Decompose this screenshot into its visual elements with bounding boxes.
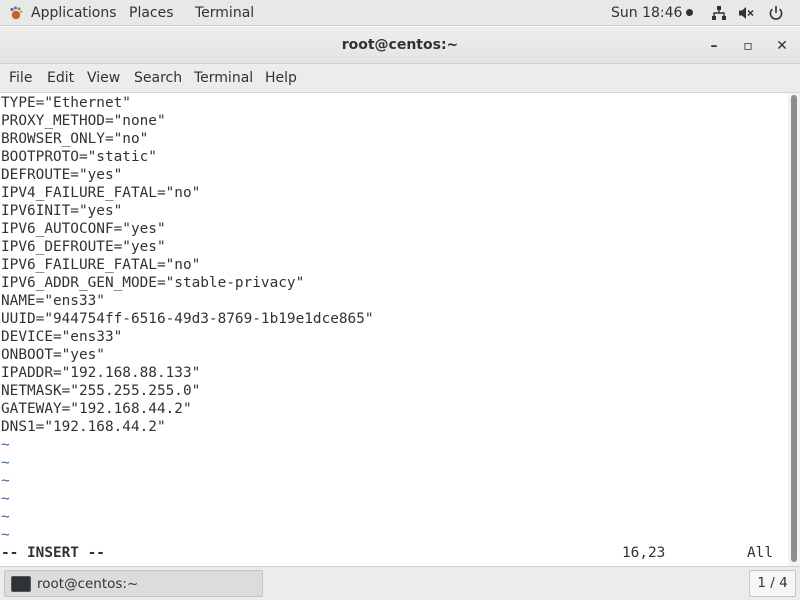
clock-text: Sun 18:46 bbox=[611, 5, 683, 21]
top-bar: Applications Places Terminal Sun 18:46 bbox=[0, 0, 800, 26]
menu-edit[interactable]: Edit bbox=[47, 70, 74, 86]
file-line: DNS1="192.168.44.2" bbox=[1, 419, 166, 435]
scrollbar-thumb[interactable] bbox=[791, 95, 797, 562]
menu-bar: File Edit View Search Terminal Help bbox=[0, 64, 800, 93]
terminal-icon bbox=[11, 576, 31, 592]
cursor-position: 16,23 bbox=[622, 545, 666, 561]
terminal-content[interactable]: TYPE="Ethernet" PROXY_METHOD="none" BROW… bbox=[0, 93, 788, 566]
close-button[interactable]: ✕ bbox=[771, 35, 793, 57]
menu-help[interactable]: Help bbox=[265, 70, 297, 86]
gnome-foot-icon[interactable] bbox=[8, 5, 24, 21]
applications-menu[interactable]: Applications bbox=[31, 4, 117, 22]
network-icon[interactable] bbox=[711, 5, 727, 21]
file-line: BROWSER_ONLY="no" bbox=[1, 131, 149, 147]
file-line: DEFROUTE="yes" bbox=[1, 167, 123, 183]
empty-line-tilde: ~ bbox=[1, 491, 10, 507]
clock[interactable]: Sun 18:46 bbox=[611, 4, 694, 22]
file-line: IPV6INIT="yes" bbox=[1, 203, 123, 219]
empty-line-tilde: ~ bbox=[1, 527, 10, 543]
power-icon[interactable] bbox=[768, 5, 784, 21]
file-line: IPV6_FAILURE_FATAL="no" bbox=[1, 257, 201, 273]
file-line: IPV6_DEFROUTE="yes" bbox=[1, 239, 166, 255]
file-line: NAME="ens33" bbox=[1, 293, 105, 309]
scrollbar[interactable] bbox=[788, 93, 800, 566]
minimize-button[interactable]: – bbox=[703, 35, 725, 57]
notification-dot-icon bbox=[686, 9, 694, 16]
scroll-position: All bbox=[747, 545, 773, 561]
file-line: PROXY_METHOD="none" bbox=[1, 113, 166, 129]
file-line: GATEWAY="192.168.44.2" bbox=[1, 401, 192, 417]
empty-line-tilde: ~ bbox=[1, 473, 10, 489]
file-line: TYPE="Ethernet" bbox=[1, 95, 131, 111]
terminal-app-menu[interactable]: Terminal bbox=[195, 4, 254, 22]
menu-file[interactable]: File bbox=[9, 70, 32, 86]
places-menu[interactable]: Places bbox=[129, 4, 174, 22]
menu-search[interactable]: Search bbox=[134, 70, 182, 86]
file-line: IPV4_FAILURE_FATAL="no" bbox=[1, 185, 201, 201]
taskbar-window-label: root@centos:~ bbox=[37, 576, 139, 592]
maximize-button[interactable]: ▫ bbox=[737, 35, 759, 57]
file-line: IPADDR="192.168.88.133" bbox=[1, 365, 201, 381]
file-line: IPV6_AUTOCONF="yes" bbox=[1, 221, 166, 237]
file-line: IPV6_ADDR_GEN_MODE="stable-privacy" bbox=[1, 275, 305, 291]
empty-line-tilde: ~ bbox=[1, 509, 10, 525]
taskbar: root@centos:~ 1 / 4 bbox=[0, 566, 800, 600]
file-line: UUID="944754ff-6516-49d3-8769-1b19e1dce8… bbox=[1, 311, 374, 327]
window-titlebar[interactable]: root@centos:~ – ▫ ✕ bbox=[0, 27, 800, 64]
file-line: DEVICE="ens33" bbox=[1, 329, 123, 345]
vim-mode-indicator: -- INSERT -- bbox=[1, 545, 105, 561]
empty-line-tilde: ~ bbox=[1, 437, 10, 453]
empty-line-tilde: ~ bbox=[1, 455, 10, 471]
menu-terminal[interactable]: Terminal bbox=[194, 70, 253, 86]
window-title: root@centos:~ bbox=[341, 37, 459, 53]
volume-muted-icon[interactable] bbox=[738, 5, 754, 21]
workspace-switcher[interactable]: 1 / 4 bbox=[749, 570, 796, 597]
menu-view[interactable]: View bbox=[87, 70, 120, 86]
taskbar-window-button[interactable]: root@centos:~ bbox=[4, 570, 263, 597]
file-line: NETMASK="255.255.255.0" bbox=[1, 383, 201, 399]
file-line: ONBOOT="yes" bbox=[1, 347, 105, 363]
file-line: BOOTPROTO="static" bbox=[1, 149, 157, 165]
